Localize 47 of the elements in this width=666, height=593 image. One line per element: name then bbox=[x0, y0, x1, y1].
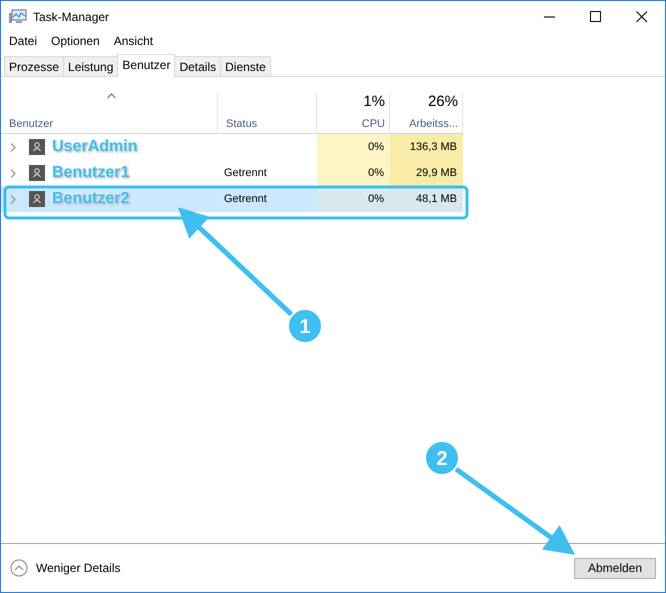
menu-item[interactable]: Datei bbox=[9, 34, 38, 48]
cpu-value: 0% bbox=[368, 167, 384, 179]
tab[interactable]: Details bbox=[174, 56, 222, 76]
column-header[interactable]: Status bbox=[218, 93, 317, 133]
column-label: Status bbox=[226, 118, 258, 130]
cpu-value: 0% bbox=[368, 193, 384, 205]
usage-total: 26% bbox=[428, 93, 458, 110]
table-row[interactable]: Benutzer1 Getrennt 0% 29,9 MB bbox=[1, 160, 463, 186]
collapse-icon bbox=[10, 559, 28, 577]
memory-value: 29,9 MB bbox=[416, 167, 457, 179]
memory-value: 48,1 MB bbox=[416, 193, 457, 205]
column-label: Arbeitss... bbox=[409, 118, 458, 130]
expand-chevron-icon[interactable] bbox=[10, 168, 16, 178]
maximize-icon bbox=[590, 10, 602, 22]
status-text: Getrennt bbox=[224, 167, 267, 179]
sort-up-icon bbox=[106, 93, 116, 99]
tab[interactable]: Dienste bbox=[220, 56, 271, 76]
fewer-details-toggle[interactable]: Weniger Details bbox=[10, 559, 120, 577]
expand-chevron-icon[interactable] bbox=[10, 142, 16, 152]
step-badge: 1 bbox=[287, 308, 323, 344]
expand-chevron-icon[interactable] bbox=[10, 194, 16, 204]
table-row[interactable]: UserAdmin 0% 136,3 MB bbox=[1, 134, 463, 160]
user-icon bbox=[29, 191, 45, 207]
window-title: Task-Manager bbox=[33, 10, 110, 24]
column-header[interactable]: 26% Arbeitss... bbox=[390, 93, 463, 133]
tab[interactable]: Benutzer bbox=[117, 54, 176, 77]
memory-value: 136,3 MB bbox=[410, 141, 457, 153]
step-badge: 2 bbox=[424, 440, 460, 476]
monitor-icon bbox=[9, 8, 27, 24]
column-label: CPU bbox=[362, 118, 385, 130]
user-name: UserAdmin bbox=[52, 138, 138, 156]
user-icon bbox=[29, 165, 45, 181]
cpu-value: 0% bbox=[368, 141, 384, 153]
close-icon bbox=[636, 10, 648, 22]
tab[interactable]: Leistung bbox=[63, 56, 118, 76]
user-name: Benutzer2 bbox=[52, 190, 130, 208]
column-header[interactable]: 1% CPU bbox=[317, 93, 390, 133]
status-text: Getrennt bbox=[224, 193, 267, 205]
menu-item[interactable]: Ansicht bbox=[114, 34, 154, 48]
tab[interactable]: Prozesse bbox=[4, 56, 64, 76]
column-header[interactable]: Benutzer bbox=[1, 93, 218, 133]
user-name: Benutzer1 bbox=[52, 164, 130, 182]
user-icon bbox=[29, 139, 45, 155]
usage-total: 1% bbox=[363, 93, 385, 110]
sign-out-button[interactable]: Abmelden bbox=[574, 558, 656, 578]
column-label: Benutzer bbox=[9, 118, 54, 130]
menu-item[interactable]: Optionen bbox=[51, 34, 100, 48]
